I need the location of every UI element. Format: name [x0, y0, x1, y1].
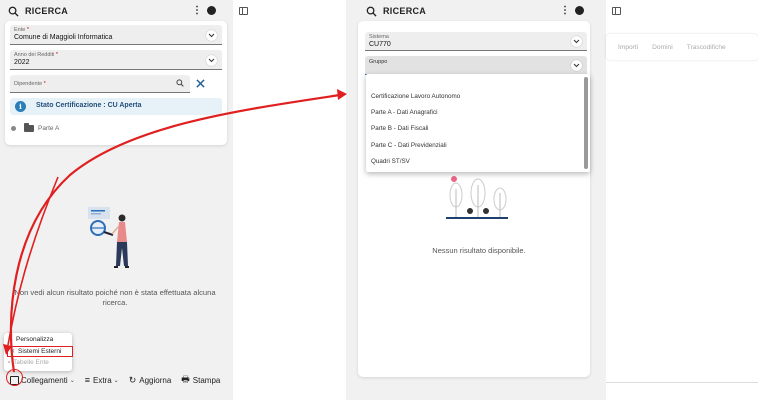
gruppo-select[interactable]: Gruppo — [365, 56, 587, 75]
table-icon: ▫ — [8, 359, 11, 366]
empty-search-illustration — [88, 207, 129, 268]
dipendente-field[interactable]: Dipendente * — [10, 75, 190, 93]
menu-item-tabelle-ente[interactable]: ▫ Tabelle Ente — [8, 359, 49, 366]
empty-state-message: Non vedi alcun risultato poiché non è st… — [14, 288, 216, 307]
dropdown-option[interactable]: Parte C - Dati Previdenziali — [371, 142, 447, 149]
chevron-down-icon[interactable] — [206, 55, 217, 66]
search-icon[interactable] — [176, 79, 184, 87]
pencil-icon: ✎ — [8, 337, 14, 343]
dropdown-option[interactable]: Parte B - Dati Fiscali — [371, 125, 428, 132]
search-header: RICERCA ⋮ — [8, 4, 220, 18]
search-panel-right: RICERCA ⋮ Sistema CU770 Gruppo — [346, 0, 606, 400]
chevron-down-icon: ⌄ — [69, 377, 75, 384]
sistema-value: CU770 — [369, 41, 391, 48]
no-result-message: Nessun risultato disponibile. — [432, 246, 526, 255]
sidebar-toggle-icon[interactable] — [239, 7, 248, 15]
detail-tabs: Importi Domini Trascodifiche — [606, 34, 758, 60]
folder-icon — [24, 123, 34, 132]
more-options-icon[interactable]: ⋮ — [192, 5, 202, 16]
chevron-down-icon: ⌄ — [113, 377, 119, 384]
clear-icon[interactable] — [196, 79, 205, 88]
ente-select[interactable]: Ente * Comune di Maggioli Informatica — [10, 25, 222, 45]
gruppo-label: Gruppo — [369, 59, 388, 65]
menu-icon: ≡ — [84, 375, 90, 385]
search-form-card: Ente * Comune di Maggioli Informatica An… — [5, 21, 227, 145]
sistema-select[interactable]: Sistema CU770 — [365, 32, 587, 51]
certification-status-banner: i Stato Certificazione : CU Aperta — [10, 98, 222, 115]
anno-value: 2022 — [14, 59, 30, 66]
search-title: RICERCA — [383, 6, 427, 16]
tree-item-parte-a[interactable]: Parte A — [11, 123, 60, 132]
stampa-button[interactable]: 🖶 Stampa — [181, 372, 220, 388]
collapse-icon[interactable] — [575, 6, 584, 15]
search-title: RICERCA — [25, 6, 69, 16]
anno-label: Anno dei Redditi — [14, 52, 55, 58]
menu-item-personalizza[interactable]: ✎ Personalizza — [8, 336, 53, 343]
annotation-circle — [6, 369, 23, 386]
tree-item-label: Parte A — [38, 125, 60, 132]
ente-label: Ente — [14, 27, 26, 33]
menu-item-sistemi-esterni[interactable]: ✕ Sistemi Esterni — [7, 346, 73, 357]
tab-importi[interactable]: Importi — [618, 44, 638, 51]
info-icon: i — [15, 101, 26, 112]
refresh-icon: ↻ — [128, 374, 137, 385]
certification-status-text: Stato Certificazione : CU Aperta — [36, 102, 142, 109]
sistema-label: Sistema — [369, 34, 389, 40]
expand-icon[interactable] — [11, 126, 16, 131]
extra-button[interactable]: ≡ Extra ⌄ — [85, 375, 119, 385]
chevron-down-icon[interactable] — [571, 36, 582, 47]
gruppo-dropdown-list: Certificazione Lavoro Autonomo Parte A -… — [366, 74, 590, 172]
dropdown-option[interactable]: Certificazione Lavoro Autonomo — [371, 93, 460, 100]
search-panel-left: RICERCA ⋮ Ente * Comune di Maggioli Info… — [0, 0, 233, 400]
bottom-toolbar: Collegamenti ⌄ ≡ Extra ⌄ ↻ Aggiorna 🖶 Stam… — [10, 373, 230, 387]
aggiorna-button[interactable]: ↻ Aggiorna — [129, 375, 172, 386]
divider — [606, 382, 758, 383]
collapse-icon[interactable] — [207, 6, 216, 15]
dropdown-option[interactable]: Parte A - Dati Anagrafici — [371, 109, 438, 116]
dropdown-scrollbar[interactable] — [584, 77, 588, 169]
dropdown-option[interactable]: Quadri ST/SV — [371, 158, 410, 165]
sidebar-toggle-icon[interactable] — [612, 7, 621, 15]
plug-icon: ✕ — [10, 349, 16, 355]
tab-trascodifiche[interactable]: Trascodifiche — [687, 44, 726, 51]
detail-panel — [606, 0, 758, 400]
links-menu: ✎ Personalizza ✕ Sistemi Esterni ▫ Tabelle … — [4, 333, 73, 371]
chevron-down-icon[interactable] — [206, 30, 217, 41]
tab-domini[interactable]: Domini — [652, 44, 673, 51]
ente-value: Comune di Maggioli Informatica — [14, 34, 113, 41]
more-options-icon[interactable]: ⋮ — [560, 5, 570, 16]
anno-select[interactable]: Anno dei Redditi * 2022 — [10, 50, 222, 70]
no-data-illustration — [446, 176, 508, 219]
search-icon — [366, 6, 377, 17]
chevron-down-icon[interactable] — [571, 60, 582, 71]
search-header: RICERCA ⋮ — [366, 4, 588, 18]
dipendente-label: Dipendente — [14, 81, 43, 87]
search-icon — [8, 6, 19, 17]
print-icon: 🖶 — [181, 374, 190, 384]
